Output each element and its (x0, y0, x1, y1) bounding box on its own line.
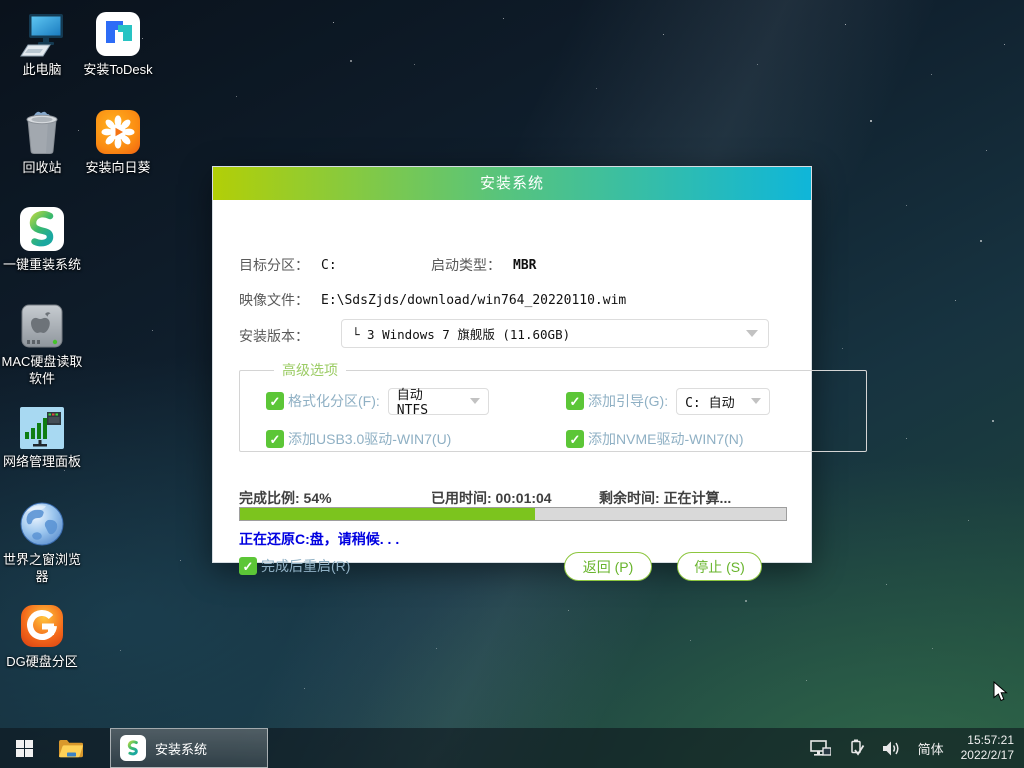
back-button[interactable]: 返回 (P) (564, 552, 652, 581)
desktop-icon-one-key-reinstall[interactable]: 一键重装系统 (0, 203, 84, 273)
desktop-icon-todesk[interactable]: 安装ToDesk (76, 8, 160, 78)
install-version-value: └ 3 Windows 7 旗舰版 (11.60GB) (352, 324, 570, 343)
advanced-options-group: 高级选项 格式化分区(F): 自动 NTFS 添加引导(G): (239, 360, 867, 452)
icon-label: MAC硬盘读取软件 (0, 353, 84, 387)
clock-time: 15:57:21 (967, 733, 1014, 747)
progress-fill (240, 508, 535, 520)
chevron-down-icon (746, 330, 758, 337)
folder-icon (58, 738, 84, 759)
remaining-time-text: 剩余时间: 正在计算... (599, 488, 731, 508)
format-type-value: 自动 NTFS (397, 384, 460, 418)
add-boot-checkbox[interactable] (566, 392, 584, 410)
mac-disk-icon (0, 300, 84, 350)
format-partition-label: 格式化分区(F): (288, 391, 380, 411)
todesk-icon (76, 8, 160, 58)
nvme-driver-checkbox[interactable] (566, 430, 584, 448)
sunflower-icon (76, 106, 160, 156)
desktop-icon-sunflower[interactable]: 安装向日葵 (76, 106, 160, 176)
file-explorer-button[interactable] (48, 728, 94, 768)
taskbar-clock[interactable]: 15:57:21 2022/2/17 (961, 733, 1014, 763)
add-boot-option: 添加引导(G): C: 自动 (566, 388, 866, 415)
usb-driver-label: 添加USB3.0驱动-WIN7(U) (288, 429, 451, 449)
taskbar-task-install-system[interactable]: 安装系统 (110, 728, 268, 768)
stars-decoration (0, 0, 2, 2)
recycle-bin-icon (0, 106, 84, 156)
install-system-task-icon (120, 735, 146, 761)
install-system-window: 安装系统 目标分区： C: 启动类型： MBR 映像文件： E:\SdsZjds… (212, 166, 812, 563)
chevron-down-icon (470, 398, 480, 404)
nvme-driver-label: 添加NVME驱动-WIN7(N) (588, 429, 744, 449)
progress-bar (239, 507, 787, 521)
reboot-after-label: 完成后重启(R) (261, 556, 350, 576)
icon-label: 此电脑 (0, 61, 84, 78)
add-boot-label: 添加引导(G): (588, 391, 668, 411)
icon-label: 世界之窗浏览器 (0, 551, 84, 585)
this-pc-icon (0, 8, 84, 58)
boot-type-value: MBR (513, 258, 536, 273)
advanced-options-legend: 高级选项 (274, 360, 346, 380)
icon-label: 一键重装系统 (0, 256, 84, 273)
boot-type-label: 启动类型： (431, 255, 501, 275)
network-panel-icon (0, 400, 84, 450)
mouse-cursor (993, 681, 1009, 703)
usb-driver-option: 添加USB3.0驱动-WIN7(U) (266, 429, 566, 449)
target-partition-value: C: (321, 258, 337, 273)
boot-target-select[interactable]: C: 自动 (676, 388, 770, 415)
window-body: 目标分区： C: 启动类型： MBR 映像文件： E:\SdsZjds/down… (213, 200, 811, 564)
dg-partition-icon (0, 600, 84, 650)
elapsed-time-text: 已用时间: 00:01:04 (431, 488, 552, 508)
usb-driver-checkbox[interactable] (266, 430, 284, 448)
desktop-icon-this-pc[interactable]: 此电脑 (0, 8, 84, 78)
advanced-row: 格式化分区(F): 自动 NTFS 添加引导(G): C: 自动 (266, 386, 866, 416)
install-version-select[interactable]: └ 3 Windows 7 旗舰版 (11.60GB) (341, 319, 769, 348)
nvme-driver-option: 添加NVME驱动-WIN7(N) (566, 429, 866, 449)
progress-percent-text: 完成比例: 54% (239, 488, 332, 508)
desktop-icon-mac-disk[interactable]: MAC硬盘读取软件 (0, 300, 84, 387)
clock-date: 2022/2/17 (961, 748, 1014, 762)
network-icon[interactable] (810, 740, 831, 757)
task-label: 安装系统 (155, 739, 207, 758)
icon-label: DG硬盘分区 (0, 653, 84, 670)
reboot-after-option: 完成后重启(R) (239, 556, 350, 576)
target-partition-label: 目标分区： (239, 255, 309, 275)
reboot-after-checkbox[interactable] (239, 557, 257, 575)
speaker-icon[interactable] (882, 740, 901, 757)
boot-type-row: 启动类型： MBR (431, 255, 536, 275)
boot-target-value: C: 自动 (685, 392, 734, 411)
desktop-icon-dg-partition[interactable]: DG硬盘分区 (0, 600, 84, 670)
usb-icon[interactable] (848, 739, 865, 757)
window-titlebar[interactable]: 安装系统 (213, 167, 811, 200)
icon-label: 网络管理面板 (0, 453, 84, 470)
format-partition-option: 格式化分区(F): 自动 NTFS (266, 388, 566, 415)
windows-logo-icon (16, 740, 33, 757)
system-tray: 简体 15:57:21 2022/2/17 (810, 728, 1024, 768)
one-key-reinstall-icon (0, 203, 84, 253)
install-version-label: 安装版本： (239, 326, 309, 346)
icon-label: 回收站 (0, 159, 84, 176)
chevron-down-icon (751, 398, 761, 404)
image-file-row: 映像文件： E:\SdsZjds/download/win764_2022011… (239, 290, 626, 310)
status-text: 正在还原C:盘，请稍候. . . (239, 529, 399, 549)
image-file-label: 映像文件： (239, 290, 309, 310)
world-browser-icon (0, 498, 84, 548)
icon-label: 安装向日葵 (76, 159, 160, 176)
stop-button[interactable]: 停止 (S) (677, 552, 762, 581)
format-type-select[interactable]: 自动 NTFS (388, 388, 489, 415)
desktop-icon-recycle-bin[interactable]: 回收站 (0, 106, 84, 176)
format-partition-checkbox[interactable] (266, 392, 284, 410)
icon-label: 安装ToDesk (76, 61, 160, 78)
image-file-value: E:\SdsZjds/download/win764_20220110.wim (321, 293, 626, 308)
desktop-background: 此电脑 安装ToDesk 回收站 (0, 0, 1024, 768)
start-button[interactable] (0, 728, 48, 768)
target-partition-row: 目标分区： C: (239, 255, 337, 275)
taskbar: 安装系统 (0, 728, 1024, 768)
ime-indicator[interactable]: 简体 (918, 739, 944, 758)
desktop-icon-network-panel[interactable]: 网络管理面板 (0, 400, 84, 470)
advanced-row: 添加USB3.0驱动-WIN7(U) 添加NVME驱动-WIN7(N) (266, 424, 866, 454)
desktop-icon-world-browser[interactable]: 世界之窗浏览器 (0, 498, 84, 585)
